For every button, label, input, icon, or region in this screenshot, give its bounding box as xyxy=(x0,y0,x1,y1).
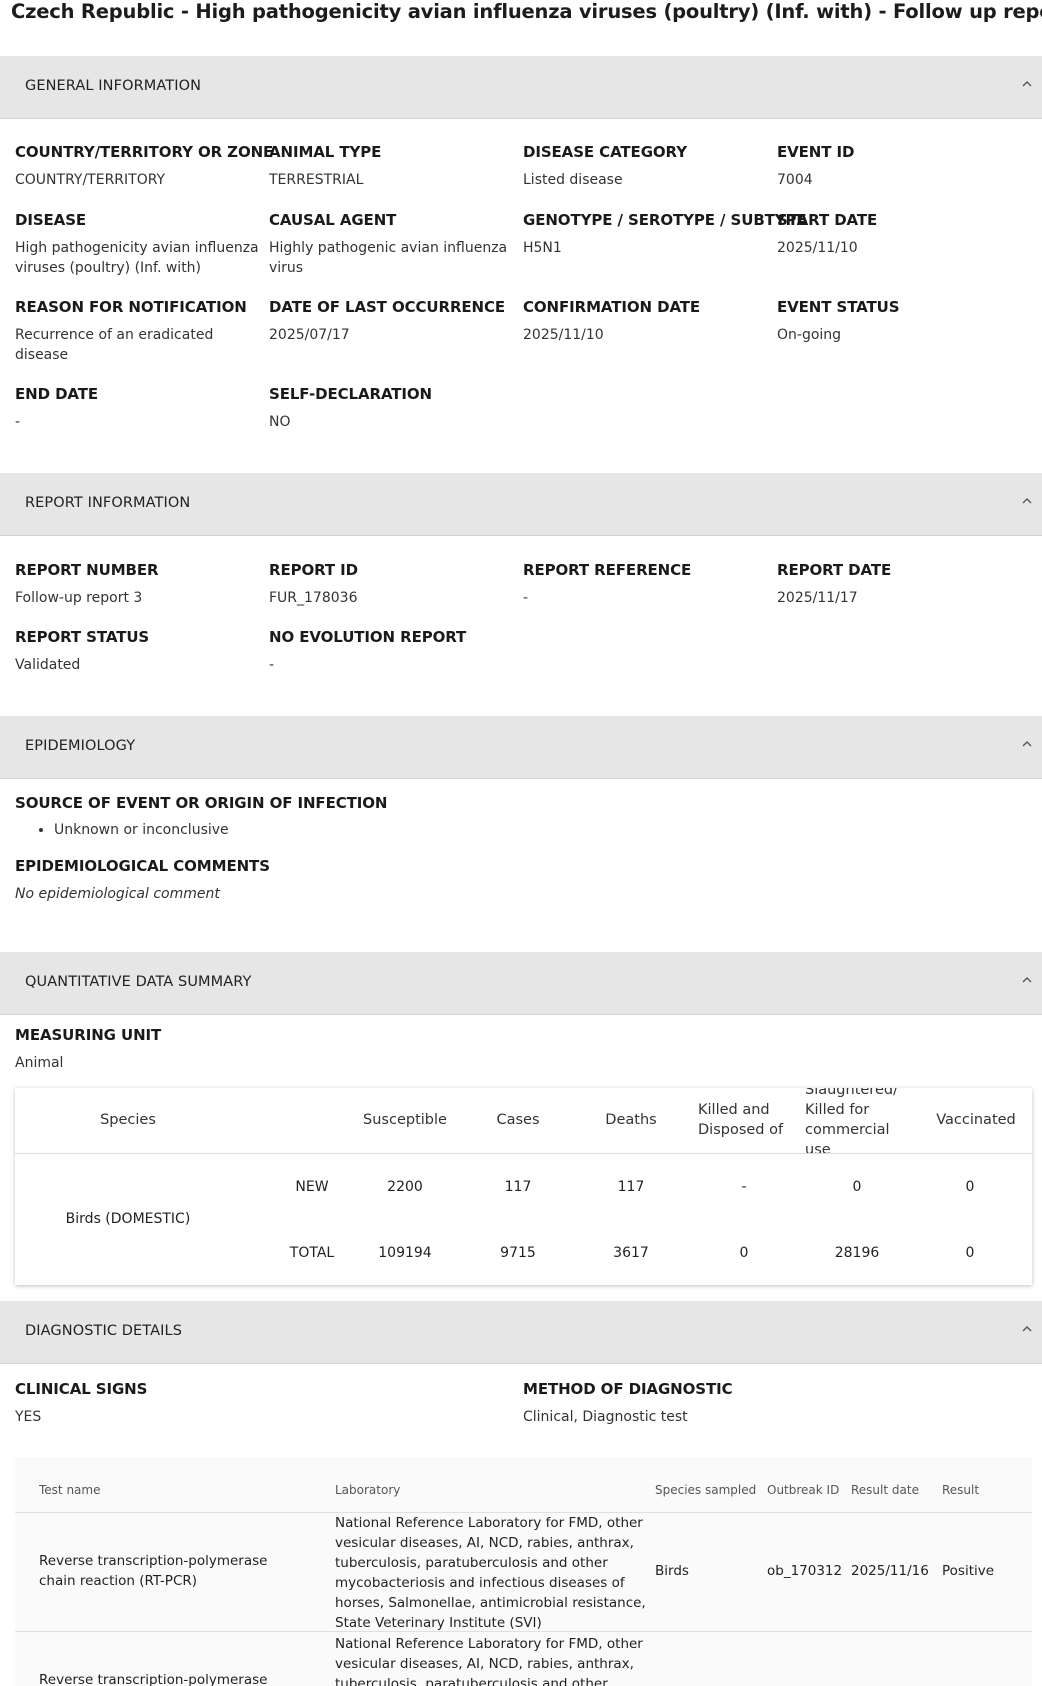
cell-vaccinated: 0 xyxy=(965,1245,975,1261)
section-title: GENERAL INFORMATION xyxy=(25,78,202,94)
field-report-status: REPORT STATUS Validated xyxy=(15,628,150,673)
list-item: Unknown or inconclusive xyxy=(54,822,229,838)
cell-killed-disposed: 0 xyxy=(739,1245,749,1261)
field-self-declaration: SELF-DECLARATION NO xyxy=(269,385,433,430)
quantitative-table: Species Susceptible Cases Deaths Killed … xyxy=(15,1088,1032,1285)
cell-cases: 117 xyxy=(504,1179,532,1195)
cell-killed-disposed: - xyxy=(741,1179,747,1195)
col-header-result-date: Result date xyxy=(851,1483,919,1497)
field-causal-agent: CAUSAL AGENT Highly pathogenic avian infl… xyxy=(269,211,508,276)
row-divider xyxy=(15,1631,1032,1632)
diagnostic-table: Test name Laboratory Species sampled Out… xyxy=(15,1457,1032,1686)
col-header-species: Species xyxy=(100,1112,156,1128)
field-method-of-diagnostic: METHOD OF DIAGNOSTIC Clinical, Diagnostic… xyxy=(523,1380,733,1425)
cell-test-name: Reverse transcription-polymerase chain r… xyxy=(39,1553,268,1589)
col-header-result: Result xyxy=(942,1483,980,1497)
field-source-of-event: SOURCE OF EVENT OR ORIGIN OF INFECTION xyxy=(15,794,388,812)
col-header-laboratory: Laboratory xyxy=(335,1483,401,1497)
field-confirmation-date: CONFIRMATION DATE 2025/11/10 xyxy=(523,298,701,343)
field-reason: REASON FOR NOTIFICATION Recurrence of an … xyxy=(15,298,247,363)
cell-cases: 9715 xyxy=(500,1245,536,1261)
cell-susceptible: 109194 xyxy=(378,1245,432,1261)
col-header-outbreak-id: Outbreak ID xyxy=(767,1483,840,1497)
section-header-quantitative[interactable]: QUANTITATIVE DATA SUMMARY xyxy=(0,952,1042,1015)
cell-test-name: Reverse transcription-polymerase chain r… xyxy=(39,1672,268,1686)
section-header-epidemiology[interactable]: EPIDEMIOLOGY xyxy=(0,716,1042,779)
cell-laboratory: National Reference Laboratory for FMD, o… xyxy=(335,1515,646,1631)
cell-deaths: 117 xyxy=(617,1179,645,1195)
col-header-test-name: Test name xyxy=(39,1483,101,1497)
cell-slaughtered: 28196 xyxy=(834,1245,880,1261)
field-no-evolution: NO EVOLUTION REPORT - xyxy=(269,628,467,673)
row-type-new: NEW xyxy=(295,1179,329,1195)
chevron-up-icon[interactable] xyxy=(1022,496,1032,506)
field-event-status: EVENT STATUS On-going xyxy=(777,298,900,343)
field-start-date: START DATE 2025/11/10 xyxy=(777,211,878,256)
field-end-date: END DATE - xyxy=(15,385,99,430)
cell-vaccinated: 0 xyxy=(965,1179,975,1195)
field-report-date: REPORT DATE 2025/11/17 xyxy=(777,561,892,606)
field-report-number: REPORT NUMBER Follow-up report 3 xyxy=(15,561,159,606)
row-type-total: TOTAL xyxy=(289,1245,335,1261)
section-title: QUANTITATIVE DATA SUMMARY xyxy=(25,974,252,990)
section-header-diagnostic[interactable]: DIAGNOSTIC DETAILS xyxy=(0,1301,1042,1364)
field-measuring-unit: MEASURING UNIT Animal xyxy=(15,1026,162,1071)
cell-deaths: 3617 xyxy=(613,1245,649,1261)
col-header-killed-disposed: Killed and Disposed of xyxy=(698,1102,784,1138)
chevron-up-icon[interactable] xyxy=(1022,79,1032,89)
cell-laboratory: National Reference Laboratory for FMD, o… xyxy=(335,1636,643,1686)
chevron-up-icon[interactable] xyxy=(1022,739,1032,749)
section-title: DIAGNOSTIC DETAILS xyxy=(25,1323,183,1339)
col-header-susceptible: Susceptible xyxy=(363,1112,447,1128)
col-header-deaths: Deaths xyxy=(605,1112,657,1128)
field-country: COUNTRY/TERRITORY OR ZONE COUNTRY/TERRITO… xyxy=(15,143,274,188)
cell-result: Positive xyxy=(942,1563,995,1579)
section-title: EPIDEMIOLOGY xyxy=(25,738,136,754)
field-clinical-signs: CLINICAL SIGNS YES xyxy=(15,1380,148,1425)
chevron-up-icon[interactable] xyxy=(1022,975,1032,985)
col-header-vaccinated: Vaccinated xyxy=(936,1112,1016,1128)
field-disease: DISEASE High pathogenicity avian influenz… xyxy=(15,211,259,276)
field-event-id: EVENT ID 7004 xyxy=(777,143,855,188)
cell-result-date: 2025/11/16 xyxy=(851,1563,929,1579)
section-header-report[interactable]: REPORT INFORMATION xyxy=(0,473,1042,536)
field-genotype: GENOTYPE / SEROTYPE / SUBTYPE H5N1 xyxy=(523,211,807,256)
section-title: REPORT INFORMATION xyxy=(25,495,191,511)
cell-susceptible: 2200 xyxy=(387,1179,423,1195)
source-list: Unknown or inconclusive xyxy=(36,822,229,838)
field-animal-type: ANIMAL TYPE TERRESTRIAL xyxy=(269,143,382,188)
field-report-reference: REPORT REFERENCE - xyxy=(523,561,692,606)
cell-slaughtered: 0 xyxy=(852,1179,862,1195)
cell-species-sampled: Birds xyxy=(655,1563,689,1579)
section-header-general[interactable]: GENERAL INFORMATION xyxy=(0,56,1042,119)
col-header-species-sampled: Species sampled xyxy=(655,1483,757,1497)
col-header-cases: Cases xyxy=(496,1112,540,1128)
col-header-slaughtered-clip: Slaughtered/ Killed for commercial use xyxy=(805,1088,915,1154)
header-divider xyxy=(15,1153,1032,1154)
page-title: Czech Republic - High pathogenicity avia… xyxy=(11,0,1042,23)
field-report-id: REPORT ID FUR_178036 xyxy=(269,561,359,606)
col-header-slaughtered: Slaughtered/ Killed for commercial use xyxy=(805,1088,898,1154)
species-cell: Birds (DOMESTIC) xyxy=(65,1211,191,1227)
field-last-occurrence: DATE OF LAST OCCURRENCE 2025/07/17 xyxy=(269,298,506,343)
field-epi-comments: EPIDEMIOLOGICAL COMMENTS No epidemiologi… xyxy=(15,857,270,902)
cell-outbreak-id[interactable]: ob_170312 xyxy=(767,1561,842,1581)
chevron-up-icon[interactable] xyxy=(1022,1324,1032,1334)
field-disease-category: DISEASE CATEGORY Listed disease xyxy=(523,143,687,188)
